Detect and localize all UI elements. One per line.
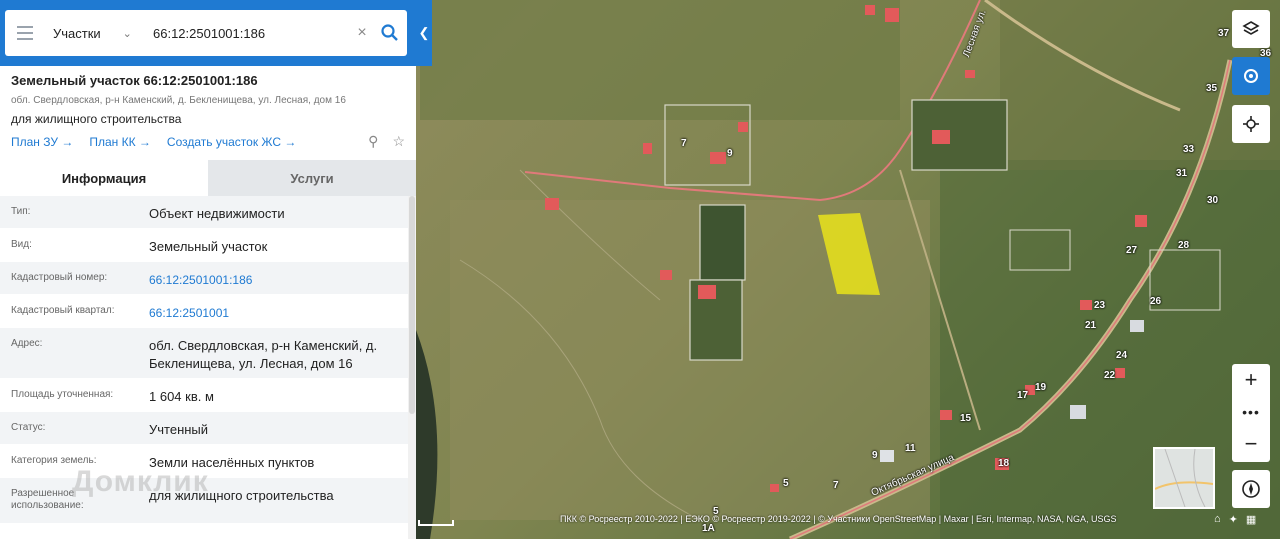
property-value: обл. Свердловская, р-н Каменский, д. Бек… xyxy=(149,338,378,371)
watermark: Домклик xyxy=(72,465,209,498)
house-number-label: 33 xyxy=(1183,144,1195,155)
minimap-canvas xyxy=(1154,448,1214,508)
property-key: Статус: xyxy=(11,422,46,433)
property-row: Площадь уточненная: 1 604 кв. м xyxy=(0,379,408,412)
scale-bar xyxy=(418,520,454,526)
search-box: Участки ⌄ × xyxy=(5,10,407,56)
property-key: Тип: xyxy=(11,206,31,217)
parcel-title: Земельный участок 66:12:2501001:186 xyxy=(11,73,258,88)
home-icon[interactable]: ⌂ xyxy=(1214,513,1221,526)
compass-button[interactable] xyxy=(1232,470,1270,508)
house-number-label: 37 xyxy=(1218,28,1230,39)
property-key: Кадастровый квартал: xyxy=(11,305,115,316)
house-number-label: 17 xyxy=(1017,390,1029,401)
house-number-label: 35 xyxy=(1206,83,1218,94)
house-number-label: 18 xyxy=(998,458,1010,469)
property-key: Вид: xyxy=(11,239,32,250)
property-value: 1 604 кв. м xyxy=(149,389,214,404)
property-value: Объект недвижимости xyxy=(149,206,285,221)
chevron-down-icon: ⌄ xyxy=(122,27,132,40)
parcel-header: Земельный участок 66:12:2501001:186 обл.… xyxy=(0,66,416,156)
select-object-button[interactable] xyxy=(1232,57,1270,95)
house-number-label: 9 xyxy=(727,148,733,159)
parcel-use: для жилищного строительства xyxy=(11,112,182,126)
star-icon[interactable]: ☆ xyxy=(392,133,405,150)
property-row: Вид: Земельный участок xyxy=(0,229,408,262)
info-panel: Участки ⌄ × Земельный участок 66:12:2501… xyxy=(0,0,416,539)
house-number-label: 7 xyxy=(681,138,687,149)
house-number-label: 26 xyxy=(1150,296,1162,307)
property-row: Тип: Объект недвижимости xyxy=(0,196,408,229)
parcel-links: План ЗУ → План КК → Создать участок ЖС →… xyxy=(11,133,405,150)
compass-icon xyxy=(1242,480,1260,498)
house-number-label: 15 xyxy=(960,413,972,424)
zoom-out-button[interactable]: − xyxy=(1232,428,1270,460)
crosshair-icon xyxy=(1243,116,1259,132)
house-number-label: 7 xyxy=(833,480,839,491)
layers-icon xyxy=(1242,21,1260,35)
property-key: Адрес: xyxy=(11,338,43,349)
plan-zu-link[interactable]: План ЗУ → xyxy=(11,135,73,149)
property-value: Учтенный xyxy=(149,422,209,437)
property-row: Статус: Учтенный xyxy=(0,412,408,445)
property-row: Адрес: обл. Свердловская, р-н Каменский, … xyxy=(0,328,408,379)
tabs: Информация Услуги xyxy=(0,160,416,196)
house-number-label: 11 xyxy=(905,443,916,454)
house-number-label: 28 xyxy=(1178,240,1190,251)
house-number-label: 9 xyxy=(872,450,878,461)
house-number-label: 5 xyxy=(783,478,789,489)
search-icon[interactable] xyxy=(373,24,407,42)
cadastral-number-link[interactable]: 66:12:2501001:186 xyxy=(137,262,408,294)
house-number-label: 21 xyxy=(1085,320,1097,331)
search-bar: Участки ⌄ × xyxy=(0,0,416,66)
property-row: Кадастровый номер: 66:12:2501001:186 xyxy=(0,262,408,295)
scrollbar-thumb[interactable] xyxy=(409,196,415,414)
measure-button[interactable] xyxy=(1232,105,1270,143)
property-row: Кадастровый квартал: 66:12:2501001 xyxy=(0,295,408,328)
layer-select[interactable]: Участки ⌄ xyxy=(45,10,145,56)
target-icon xyxy=(1244,69,1258,83)
house-number-label: 23 xyxy=(1094,300,1106,311)
plan-kk-link[interactable]: План КК → xyxy=(89,135,151,149)
minimap[interactable] xyxy=(1153,447,1215,509)
tab-services[interactable]: Услуги xyxy=(208,160,416,196)
zoom-controls: + ••• − xyxy=(1232,364,1270,462)
menu-icon[interactable] xyxy=(5,10,45,56)
tab-info[interactable]: Информация xyxy=(0,160,208,196)
house-number-label: 27 xyxy=(1126,245,1138,256)
house-number-label: 30 xyxy=(1207,195,1219,206)
layer-select-label: Участки xyxy=(53,25,101,41)
zoom-in-button[interactable]: + xyxy=(1232,364,1270,396)
map-attribution: ПКК © Росреестр 2010-2022 | ЕЭКО © Росре… xyxy=(560,514,1117,524)
layers-button[interactable] xyxy=(1232,10,1270,48)
create-parcel-link[interactable]: Создать участок ЖС → xyxy=(167,135,296,149)
collapse-panel-button[interactable]: ❮ xyxy=(416,0,432,66)
locate-icon[interactable]: ✦ xyxy=(1229,513,1238,526)
scrollbar[interactable] xyxy=(408,196,416,539)
house-number-label: 22 xyxy=(1104,370,1116,381)
clear-icon[interactable]: × xyxy=(351,24,373,42)
attribution-icons: ⌂ ✦ ▦ xyxy=(1214,513,1256,526)
house-number-label: 19 xyxy=(1035,382,1047,393)
grid-icon[interactable]: ▦ xyxy=(1246,513,1256,526)
find-on-map-icon[interactable]: ⚲ xyxy=(368,133,378,150)
property-value: Земельный участок xyxy=(149,239,268,254)
parcel-address: обл. Свердловская, р-н Каменский, д. Бек… xyxy=(11,95,346,106)
chevron-left-icon: ❮ xyxy=(418,25,430,40)
house-number-label: 1А xyxy=(702,523,715,534)
search-input[interactable] xyxy=(145,10,351,56)
house-number-label: 24 xyxy=(1116,350,1128,361)
more-button[interactable]: ••• xyxy=(1232,396,1270,428)
property-key: Площадь уточненная: xyxy=(11,389,114,400)
house-number-label: 31 xyxy=(1176,168,1188,179)
property-key: Кадастровый номер: xyxy=(11,272,108,283)
cadastral-quarter-link[interactable]: 66:12:2501001 xyxy=(137,295,408,327)
